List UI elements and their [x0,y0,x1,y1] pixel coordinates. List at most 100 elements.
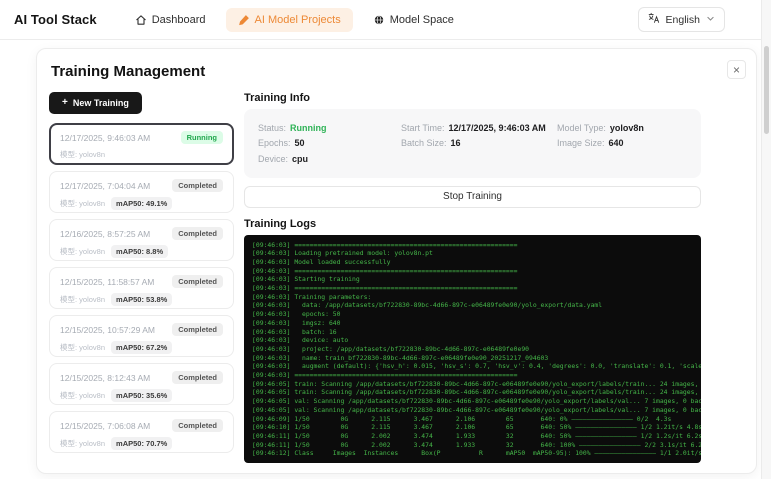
info-field-value: 50 [294,138,305,149]
run-timestamp: 12/17/2025, 7:04:04 AM [60,180,151,191]
run-model-label: 模型: yolov8n [60,439,106,448]
training-run-card[interactable]: 12/16/2025, 8:57:25 AM Completed 模型: yol… [49,219,234,261]
close-icon: × [733,62,741,77]
new-training-button[interactable]: + New Training [49,92,142,114]
log-line: [09:46:03] Model loaded successfully [252,257,391,266]
nav-item-label: Dashboard [151,13,206,26]
training-run-card[interactable]: 12/15/2025, 10:57:29 AM Completed 模型: yo… [49,315,234,357]
log-line: [09:46:03] Loading pretrained model: yol… [252,249,433,258]
run-timestamp: 12/15/2025, 10:57:29 AM [60,324,155,335]
scrollbar-thumb[interactable] [764,46,769,134]
run-model-label: 模型: yolov8n [60,391,106,400]
run-model-label: 模型: yolov8n [60,247,106,256]
stop-training-button[interactable]: Stop Training [244,185,701,208]
log-line: [09:46:09] 1/50 0G 2.115 3.467 2.106 65 … [252,414,672,423]
nav-item-ai-model-projects[interactable]: AI Model Projects [225,7,353,32]
log-line: [09:46:03] =============================… [252,371,518,380]
plus-icon: + [62,97,68,108]
map50-badge: mAP50: 53.8% [111,293,173,306]
training-run-card[interactable]: 12/15/2025, 8:12:43 AM Completed 模型: yol… [49,363,234,405]
training-run-card[interactable]: 12/15/2025, 11:58:57 AM Completed 模型: yo… [49,267,234,309]
training-logs-title: Training Logs [244,217,317,230]
status-badge: Completed [172,275,223,288]
close-button[interactable]: × [727,60,746,79]
log-line: [09:46:11] 1/50 0G 2.002 3.474 1.933 32 … [252,440,701,449]
info-field-label: Epochs: [258,138,291,149]
training-run-card[interactable]: 12/17/2025, 9:46:03 AM Running 模型: yolov… [49,123,234,165]
training-logs-terminal[interactable]: [09:46:03] =============================… [244,234,701,463]
log-line: [09:46:03] imgsz: 640 [252,318,341,327]
status-badge: Completed [172,179,223,192]
map50-badge: mAP50: 67.2% [111,341,173,354]
run-timestamp: 12/15/2025, 8:12:43 AM [60,372,151,383]
info-field-label: Status: [258,122,287,133]
run-timestamp: 12/16/2025, 8:57:25 AM [60,228,151,239]
run-model-label: 模型: yolov8n [60,199,106,208]
run-model-label: 模型: yolov8n [60,150,106,159]
training-info-panel: Status: Running Epochs: 50 Device: cpu S… [244,109,701,178]
status-badge: Running [180,131,223,144]
log-line: [09:46:12] Class Images Instances Box(P … [252,449,701,458]
map50-badge: mAP50: 35.6% [111,389,173,402]
log-line: [09:46:03] name: train_bf722830-89bc-4d6… [252,353,549,362]
run-timestamp: 12/17/2025, 9:46:03 AM [60,132,151,143]
training-management-modal: Training Management × + New Training 12/… [36,48,757,474]
info-field-label: Device: [258,153,289,164]
info-field-value: cpu [292,153,309,164]
log-line: [09:46:11] 1/50 0G 2.002 3.474 1.933 32 … [252,431,701,440]
run-timestamp: 12/15/2025, 11:58:57 AM [60,276,155,287]
log-line: [09:46:03] =============================… [252,284,518,293]
nav-item-label: Model Space [389,13,454,26]
log-line: [09:46:03] data: /app/datasets/bf722830-… [252,301,603,310]
log-line: [09:46:03] =============================… [252,240,518,249]
new-training-label: New Training [72,98,129,108]
log-line: [09:46:10] 1/50 0G 2.115 3.467 2.106 65 … [252,423,701,432]
translate-icon [648,12,660,27]
map50-badge: mAP50: 70.7% [111,437,173,450]
log-line: [09:46:05] val: Scanning /app/datasets/b… [252,397,701,406]
nav-item-label: AI Model Projects [254,13,341,26]
run-timestamp: 12/15/2025, 7:06:08 AM [60,420,151,431]
info-field-value: 16 [450,138,461,149]
log-line: [09:46:05] val: Scanning /app/datasets/b… [252,405,701,414]
map50-badge: mAP50: 8.8% [111,245,169,258]
log-line: [09:46:03] augment (default): {'hsv_h': … [252,362,701,371]
language-label: English [665,13,700,26]
log-line: [09:46:03] device: auto [252,336,349,345]
log-line: [09:46:03] Training parameters: [252,292,372,301]
training-run-card[interactable]: 12/15/2025, 7:06:08 AM Completed 模型: yol… [49,411,234,453]
log-line: [09:46:03] =============================… [252,266,518,275]
status-badge: Completed [172,323,223,336]
page-scrollbar[interactable] [761,0,771,479]
info-field: Start Time: 12/17/2025, 9:46:03 AM [401,120,557,136]
stop-training-label: Stop Training [443,191,502,202]
info-field: Status: Running [258,120,401,136]
log-line: [09:46:03] project: /app/datasets/bf7228… [252,344,530,353]
status-badge: Completed [172,371,223,384]
pencil-icon [238,14,250,26]
training-run-list: + New Training 12/17/2025, 9:46:03 AM Ru… [49,92,234,463]
training-run-card[interactable]: 12/17/2025, 7:04:04 AM Completed 模型: yol… [49,171,234,213]
language-selector[interactable]: English [637,7,725,32]
info-field-label: Model Type: [557,122,606,133]
info-field-value: 640 [608,138,624,149]
status-badge: Completed [172,227,223,240]
log-line: [09:46:03] epochs: 50 [252,310,341,319]
top-navbar: AI Tool Stack Dashboard AI Model Project… [0,0,771,40]
nav-item-dashboard[interactable]: Dashboard [123,8,218,32]
info-field-label: Start Time: [401,122,445,133]
info-field: Batch Size: 16 [401,136,557,152]
info-field [401,151,557,167]
log-line: [09:46:05] train: Scanning /app/datasets… [252,379,699,388]
status-badge: Completed [172,419,223,432]
info-field: Model Type: yolov8n [557,120,687,136]
info-field-value: 12/17/2025, 9:46:03 AM [448,122,546,133]
info-field-label: Image Size: [557,138,605,149]
run-model-label: 模型: yolov8n [60,343,106,352]
training-info-title: Training Info [244,92,310,104]
log-line: [09:46:05] train: Scanning /app/datasets… [252,388,699,397]
info-field: Image Size: 640 [557,136,687,152]
nav-item-model-space[interactable]: Model Space [361,8,466,32]
run-model-label: 模型: yolov8n [60,295,106,304]
chevron-down-icon [706,14,715,26]
